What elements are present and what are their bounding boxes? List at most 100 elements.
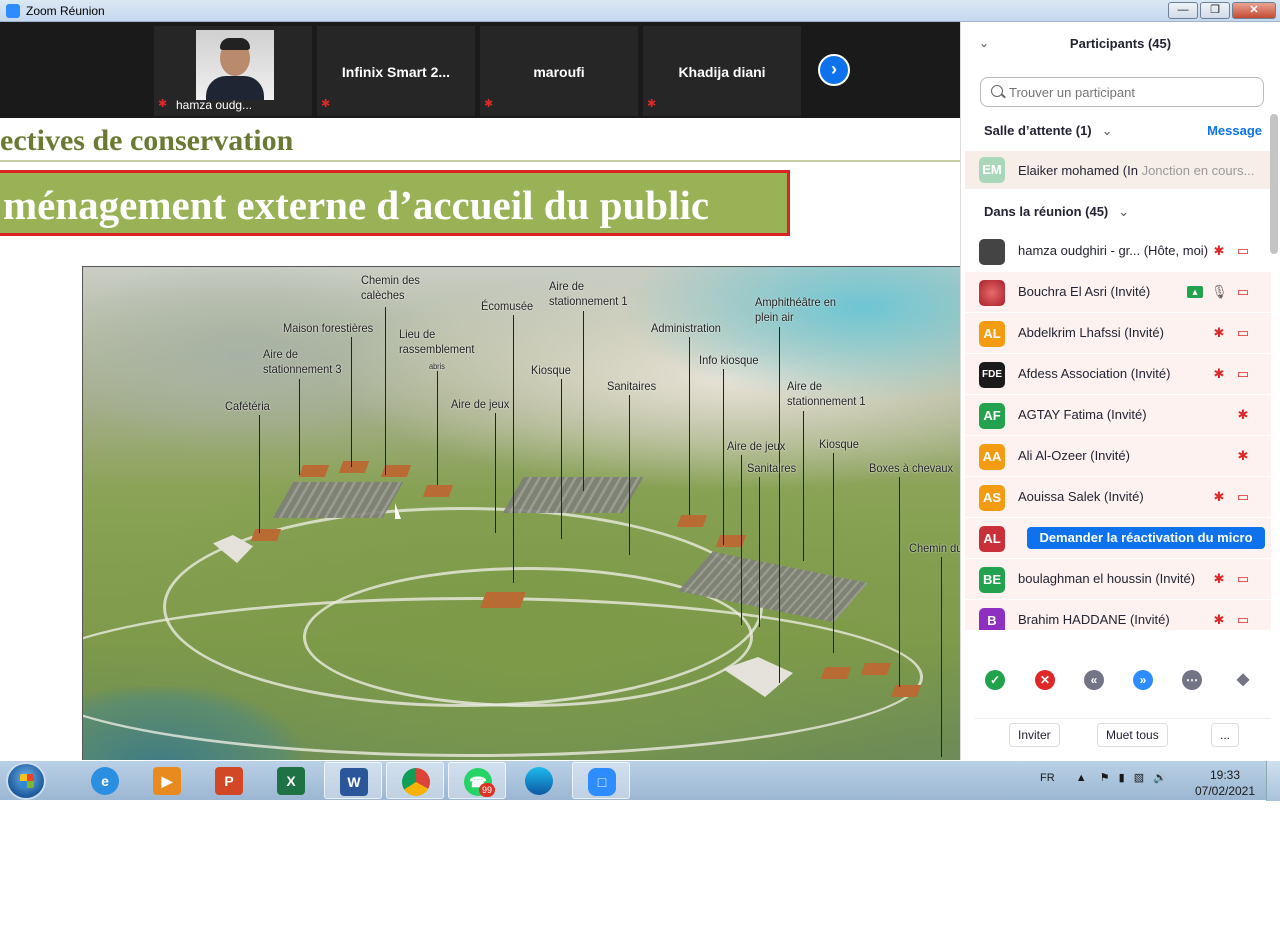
avatar: EM bbox=[979, 157, 1005, 183]
participants-scrollbar[interactable] bbox=[1270, 114, 1278, 254]
mute-all-button[interactable]: Muet tous bbox=[1097, 723, 1168, 747]
plan-label: Chemin des calèches bbox=[361, 273, 420, 302]
tile-name: maroufi bbox=[533, 64, 585, 80]
participant-row[interactable]: hamza oudghiri - gr... (Hôte, moi) ✱ ▭ bbox=[965, 231, 1271, 271]
mic-muted-icon[interactable]: ✱ bbox=[1211, 571, 1227, 587]
participants-panel: ⌄ Participants (45) Salle d’attente (1) ⌄… bbox=[960, 22, 1280, 760]
network-icon[interactable]: ▧ bbox=[1134, 772, 1144, 784]
video-off-icon[interactable]: ▭ bbox=[1235, 325, 1251, 341]
plan-label: Écomusée bbox=[481, 299, 534, 313]
tile-name: Infinix Smart 2... bbox=[341, 64, 451, 80]
taskbar-zoom[interactable]: □ bbox=[572, 762, 630, 799]
request-unmute-button[interactable]: Demander la réactivation du micro bbox=[1027, 527, 1265, 549]
search-input[interactable] bbox=[1009, 83, 1259, 101]
road-coast bbox=[83, 597, 923, 757]
in-meeting-heading[interactable]: Dans la réunion (45) ⌄ bbox=[984, 204, 1129, 220]
slower-icon[interactable]: « bbox=[1084, 670, 1104, 690]
excel-icon: X bbox=[277, 767, 305, 795]
mic-icon[interactable]: 🎙 bbox=[1211, 284, 1228, 300]
mic-muted-icon: ✱ bbox=[158, 98, 168, 110]
clock[interactable]: 19:33 07/02/2021 bbox=[1190, 767, 1260, 799]
mic-muted-icon[interactable]: ✱ bbox=[1235, 448, 1251, 464]
participant-search[interactable] bbox=[980, 77, 1264, 107]
no-icon[interactable]: ✕ bbox=[1035, 670, 1055, 690]
mic-muted-icon[interactable]: ✱ bbox=[1211, 325, 1227, 341]
join-status: Jonction en cours... bbox=[1141, 163, 1255, 178]
participant-row[interactable]: AF AGTAY Fatima (Invité) ✱ bbox=[965, 395, 1271, 435]
waiting-room-heading[interactable]: Salle d’attente (1) ⌄ bbox=[984, 123, 1113, 139]
clear-all-icon[interactable]: ◆ bbox=[1233, 670, 1253, 690]
plan-label: Maison forestières bbox=[283, 321, 374, 335]
video-off-icon[interactable]: ▭ bbox=[1235, 243, 1251, 259]
avatar: AA bbox=[979, 444, 1005, 470]
show-desktop-button[interactable] bbox=[1266, 761, 1280, 801]
share-screen-icon: ▲ bbox=[1187, 286, 1203, 298]
participant-row[interactable]: AA Ali Al-Ozeer (Invité) ✱ bbox=[965, 436, 1271, 476]
taskbar-word[interactable]: W bbox=[324, 762, 382, 799]
power-icon[interactable]: ▮ bbox=[1119, 772, 1125, 784]
participant-row[interactable]: AL Abdelkrim Lhafssi (Invité) ✱ ▭ bbox=[965, 313, 1271, 353]
video-tile-infinix[interactable]: Infinix Smart 2... ✱ bbox=[317, 26, 475, 116]
more-options-button[interactable]: ... bbox=[1211, 723, 1240, 747]
video-off-icon[interactable]: ▭ bbox=[1235, 284, 1251, 300]
participant-row[interactable]: B Brahim HADDANE (Invité) ✱ ▭ bbox=[965, 600, 1271, 630]
participant-row[interactable]: Bouchra El Asri (Invité) ▲ 🎙 ▭ bbox=[965, 272, 1271, 312]
plan-label: Sanitaires bbox=[747, 461, 797, 475]
action-center-flag-icon[interactable]: ⚑ bbox=[1100, 772, 1110, 784]
video-off-icon[interactable]: ▭ bbox=[1235, 571, 1251, 587]
plan-label: Aire de stationnement 3 bbox=[263, 347, 342, 376]
show-hidden-icons-icon[interactable]: ▲ bbox=[1076, 772, 1087, 784]
volume-icon[interactable]: 🔊 bbox=[1153, 772, 1167, 784]
taskbar-powerpoint[interactable]: P bbox=[200, 762, 258, 799]
windows-logo-icon bbox=[20, 774, 34, 788]
language-indicator[interactable]: FR bbox=[1040, 772, 1055, 784]
next-page-arrow-icon[interactable]: › bbox=[818, 54, 850, 86]
taskbar-chrome[interactable] bbox=[386, 762, 444, 799]
taskbar-excel[interactable]: X bbox=[262, 762, 320, 799]
participant-row[interactable]: AS Aouissa Salek (Invité) ✱ ▭ bbox=[965, 477, 1271, 517]
tile-name: Khadija diani bbox=[678, 64, 766, 80]
yes-icon[interactable]: ✓ bbox=[985, 670, 1005, 690]
video-tile-maroufi[interactable]: maroufi ✱ bbox=[480, 26, 638, 116]
participant-row[interactable]: BE boulaghman el houssin (Invité) ✱ ▭ bbox=[965, 559, 1271, 599]
taskbar-edge[interactable] bbox=[510, 762, 568, 799]
nonverbal-feedback-bar: ✓ ✕ « » ⋯ ◆ bbox=[975, 667, 1271, 697]
mic-muted-icon[interactable]: ✱ bbox=[1211, 366, 1227, 382]
minimize-button[interactable]: — bbox=[1168, 2, 1198, 19]
participant-row[interactable]: AL Demander la réactivation du micro bbox=[965, 518, 1271, 558]
internet-explorer-icon: e bbox=[91, 767, 119, 795]
start-button[interactable] bbox=[6, 762, 46, 800]
plan-label: Aire de stationnement 1 bbox=[787, 379, 866, 408]
video-tile-hamza[interactable]: ✱ hamza oudg... bbox=[154, 26, 312, 116]
slide-heading: ectives de conservation bbox=[0, 124, 294, 157]
mic-muted-icon[interactable]: ✱ bbox=[1211, 243, 1227, 259]
taskbar-ie[interactable]: e bbox=[76, 762, 134, 799]
message-link[interactable]: Message bbox=[1207, 123, 1262, 138]
mic-muted-icon[interactable]: ✱ bbox=[1211, 489, 1227, 505]
waiting-participant-row[interactable]: EM Elaiker mohamed (In Jonction en cours… bbox=[965, 151, 1271, 189]
video-off-icon[interactable]: ▭ bbox=[1235, 489, 1251, 505]
plan-label: Boxes à chevaux bbox=[869, 461, 954, 475]
avatar: BE bbox=[979, 567, 1005, 593]
panel-title: Participants (45) bbox=[1069, 36, 1172, 51]
participant-row[interactable]: FDE Afdess Association (Invité) ✱ ▭ bbox=[965, 354, 1271, 394]
taskbar-media[interactable]: ▶ bbox=[138, 762, 196, 799]
chevron-down-icon: ⌄ bbox=[1118, 204, 1130, 219]
more-icon[interactable]: ⋯ bbox=[1182, 670, 1202, 690]
mic-muted-icon[interactable]: ✱ bbox=[1211, 612, 1227, 628]
restore-button[interactable]: ❐ bbox=[1200, 2, 1230, 19]
taskbar-whatsapp[interactable]: ☎ 99 bbox=[448, 762, 506, 799]
faster-icon[interactable]: » bbox=[1133, 670, 1153, 690]
video-off-icon[interactable]: ▭ bbox=[1235, 612, 1251, 628]
close-button[interactable]: ✕ bbox=[1232, 2, 1276, 19]
invite-button[interactable]: Inviter bbox=[1009, 723, 1060, 747]
parking-lot bbox=[502, 477, 644, 513]
plan-label: Sanitaires bbox=[607, 379, 657, 393]
mic-muted-icon[interactable]: ✱ bbox=[1235, 407, 1251, 423]
participant-name: AGTAY Fatima (Invité) bbox=[1018, 407, 1147, 422]
panel-bottom-buttons: Inviter Muet tous ... bbox=[975, 718, 1271, 748]
video-off-icon[interactable]: ▭ bbox=[1235, 366, 1251, 382]
video-tile-khadija[interactable]: Khadija diani ✱ bbox=[643, 26, 801, 116]
avatar: B bbox=[979, 608, 1005, 630]
avatar: FDE bbox=[979, 362, 1005, 388]
